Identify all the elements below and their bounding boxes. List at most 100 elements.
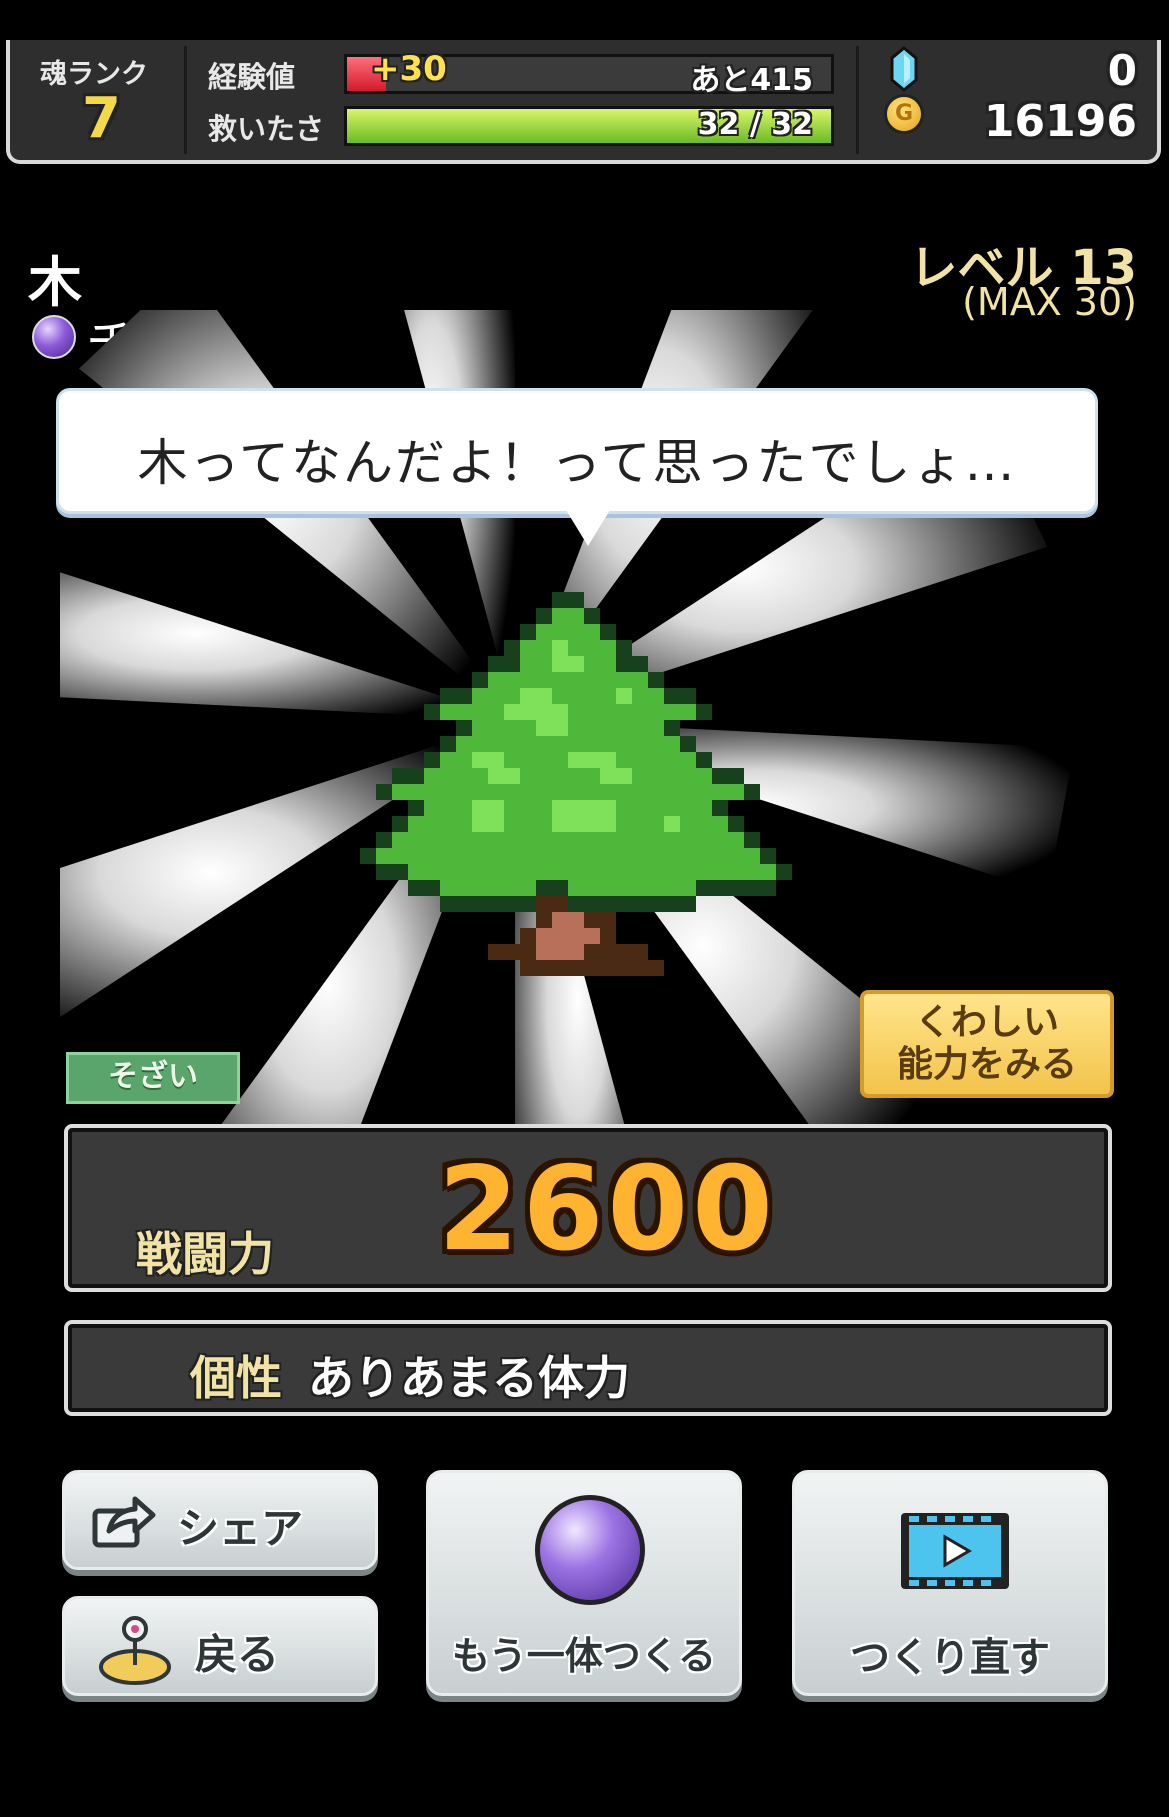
tree-pixel bbox=[568, 752, 584, 768]
back-button[interactable]: 戻る bbox=[62, 1596, 378, 1696]
tree-pixel bbox=[424, 848, 440, 864]
speech-text: 木ってなんだよ！って思ったでしょ… bbox=[137, 434, 1017, 492]
tree-pixel bbox=[552, 848, 568, 864]
tree-pixel bbox=[632, 720, 648, 736]
tree-pixel bbox=[696, 864, 712, 880]
tree-pixel bbox=[696, 784, 712, 800]
tree-pixel bbox=[616, 688, 632, 704]
tree-pixel bbox=[584, 736, 600, 752]
tree-pixel bbox=[632, 752, 648, 768]
tree-pixel bbox=[632, 800, 648, 816]
tree-pixel bbox=[504, 736, 520, 752]
tree-pixel bbox=[456, 768, 472, 784]
tree-pixel bbox=[664, 720, 680, 736]
tree-pixel bbox=[536, 768, 552, 784]
rescued-label: 救いたさ bbox=[208, 112, 325, 146]
tree-pixel bbox=[408, 784, 424, 800]
share-button[interactable]: シェア bbox=[62, 1470, 378, 1570]
tree-pixel bbox=[504, 688, 520, 704]
tree-pixel bbox=[520, 688, 536, 704]
rescued-bar: 32 / 32 bbox=[344, 106, 834, 146]
video-icon bbox=[901, 1513, 1009, 1589]
tree-pixel bbox=[472, 704, 488, 720]
tree-pixel bbox=[440, 688, 456, 704]
tree-pixel bbox=[744, 832, 760, 848]
tree-pixel bbox=[648, 752, 664, 768]
tree-pixel bbox=[584, 688, 600, 704]
tree-pixel bbox=[664, 688, 680, 704]
tree-pixel bbox=[408, 816, 424, 832]
tree-pixel bbox=[648, 768, 664, 784]
soul-rank-value: 7 bbox=[82, 86, 121, 151]
tree-pixel bbox=[440, 896, 456, 912]
gold-value: 16196 bbox=[983, 96, 1137, 147]
tree-pixel bbox=[744, 864, 760, 880]
tree-pixel bbox=[600, 720, 616, 736]
tree-pixel bbox=[584, 640, 600, 656]
tree-pixel bbox=[584, 672, 600, 688]
tree-pixel bbox=[488, 944, 504, 960]
tree-pixel bbox=[536, 960, 552, 976]
tree-pixel bbox=[568, 848, 584, 864]
tree-pixel bbox=[568, 672, 584, 688]
tree-pixel bbox=[552, 816, 568, 832]
tree-pixel bbox=[552, 864, 568, 880]
tree-pixel bbox=[696, 880, 712, 896]
make-another-label: もう一体つくる bbox=[451, 1634, 717, 1678]
tree-pixel bbox=[536, 896, 552, 912]
tree-pixel bbox=[424, 880, 440, 896]
tree-pixel bbox=[568, 816, 584, 832]
tree-pixel bbox=[744, 880, 760, 896]
tree-pixel bbox=[552, 736, 568, 752]
tree-pixel bbox=[520, 832, 536, 848]
tree-pixel bbox=[584, 768, 600, 784]
tree-pixel bbox=[456, 800, 472, 816]
tree-pixel bbox=[632, 896, 648, 912]
tree-pixel bbox=[408, 768, 424, 784]
tree-pixel bbox=[504, 768, 520, 784]
tree-pixel bbox=[616, 944, 632, 960]
tree-pixel bbox=[568, 720, 584, 736]
tree-pixel bbox=[600, 848, 616, 864]
character-name: 木 bbox=[28, 251, 82, 314]
orb-icon bbox=[535, 1495, 645, 1605]
tree-pixel bbox=[696, 800, 712, 816]
tree-pixel bbox=[600, 816, 616, 832]
remake-button[interactable]: つくり直す bbox=[792, 1470, 1108, 1696]
view-details-button[interactable]: くわしい 能力をみる bbox=[860, 990, 1114, 1098]
tree-pixel bbox=[536, 880, 552, 896]
tree-pixel bbox=[600, 896, 616, 912]
tree-pixel bbox=[504, 784, 520, 800]
tree-pixel bbox=[600, 960, 616, 976]
tree-pixel bbox=[488, 736, 504, 752]
details-line-2: 能力をみる bbox=[896, 1044, 1077, 1085]
tree-pixel bbox=[488, 704, 504, 720]
tree-pixel bbox=[584, 752, 600, 768]
tree-pixel bbox=[552, 784, 568, 800]
tree-pixel bbox=[536, 672, 552, 688]
tree-pixel bbox=[632, 768, 648, 784]
tree-pixel bbox=[520, 624, 536, 640]
tree-pixel bbox=[648, 832, 664, 848]
tree-pixel bbox=[760, 848, 776, 864]
make-another-button[interactable]: もう一体つくる bbox=[426, 1470, 742, 1696]
tree-pixel bbox=[472, 784, 488, 800]
tree-pixel bbox=[488, 864, 504, 880]
tree-pixel bbox=[520, 704, 536, 720]
tree-pixel bbox=[680, 752, 696, 768]
tree-pixel bbox=[584, 720, 600, 736]
tree-pixel bbox=[712, 832, 728, 848]
tree-pixel bbox=[680, 816, 696, 832]
tree-pixel bbox=[568, 864, 584, 880]
tree-pixel bbox=[680, 848, 696, 864]
tree-pixel bbox=[536, 688, 552, 704]
share-icon bbox=[92, 1496, 156, 1548]
tree-pixel bbox=[488, 800, 504, 816]
tree-pixel bbox=[536, 784, 552, 800]
tree-pixel bbox=[504, 720, 520, 736]
tree-pixel bbox=[568, 784, 584, 800]
tree-pixel bbox=[408, 880, 424, 896]
tree-pixel bbox=[696, 848, 712, 864]
tree-pixel bbox=[424, 832, 440, 848]
tree-pixel bbox=[488, 720, 504, 736]
